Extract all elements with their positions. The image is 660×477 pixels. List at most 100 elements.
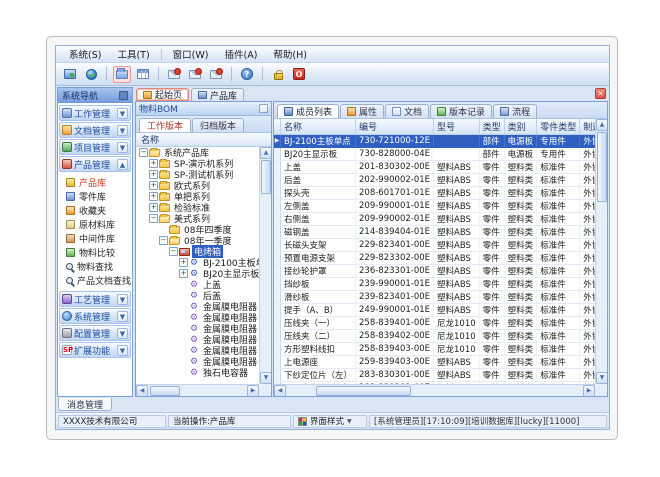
table-row[interactable]: 右侧盖209-990002-01E塑料ABS零件塑料类标准件外协条 (274, 212, 607, 225)
member-tab-属性[interactable]: 属性 (340, 104, 384, 118)
member-tab-文档[interactable]: 文档 (385, 104, 429, 118)
table-row[interactable]: 下纱定位片（左）283-830301-00E塑料ABS零件塑料类标准件外协条 (274, 368, 607, 381)
scroll-thumb[interactable] (316, 386, 411, 396)
sidebar-item-收藏夹[interactable]: 收藏夹 (58, 203, 132, 217)
chevron-down-icon[interactable]: ▼ (117, 125, 128, 136)
scroll-thumb[interactable] (150, 386, 180, 396)
folder-window-button[interactable] (113, 66, 131, 83)
collapse-icon[interactable]: − (159, 236, 168, 245)
sidebar-item-原材料库[interactable]: 原材料库 (58, 217, 132, 231)
scroll-left-icon[interactable]: ◀ (136, 385, 148, 396)
expand-icon[interactable]: + (149, 203, 158, 212)
table-row[interactable]: 磁钢盖214-839404-01E塑料ABS零件塑料类标准件外协条 (274, 225, 607, 238)
sidebar-item-中间件库[interactable]: 中间件库 (58, 231, 132, 245)
sidebar-item-产品库[interactable]: 产品库 (58, 175, 132, 189)
menu-item[interactable]: 工具(T) (110, 46, 156, 62)
globe-button[interactable] (82, 66, 100, 83)
tree-column-header[interactable]: 名称 (136, 133, 271, 147)
sidebar-group-扩展功能[interactable]: SP扩展功能▼ (59, 342, 131, 358)
sidebar-item-物料查找[interactable]: 物料查找 (58, 259, 132, 273)
expand-icon[interactable]: + (149, 192, 158, 201)
table-vertical-scrollbar[interactable]: ▲ ▼ (595, 119, 607, 384)
table-row[interactable]: 长磁头支架229-823401-00E塑料ABS零件塑料类标准件外协条 (274, 238, 607, 251)
table-row[interactable]: 后盖202-990002-01E塑料ABS零件塑料类标准件外协条 (274, 173, 607, 186)
menu-item[interactable]: 插件(A) (217, 46, 264, 62)
exit-button[interactable]: O (290, 66, 308, 83)
expand-icon[interactable]: + (179, 258, 188, 267)
close-tab-button[interactable]: ✕ (595, 88, 606, 99)
sidebar-group-工作管理[interactable]: 工作管理▼ (59, 105, 131, 121)
expand-icon[interactable]: + (149, 170, 158, 179)
table-row[interactable]: BJ20主显示板730-828000-04E部件电源板专用件外协颗 (274, 147, 607, 160)
table-row[interactable]: 上盖201-830302-00E塑料ABS零件塑料类标准件外协条 (274, 160, 607, 173)
expand-icon[interactable]: + (149, 181, 158, 190)
table-row[interactable]: ▶BJ-2100主板单点730-721000-12E部件电源板专用件外协颗 (274, 134, 607, 147)
scroll-track[interactable] (182, 385, 247, 396)
chevron-down-icon[interactable]: ▼ (117, 294, 128, 305)
mail-receive-button[interactable] (186, 66, 204, 83)
sidebar-options-icon[interactable] (119, 91, 128, 100)
sidebar-group-工艺管理[interactable]: 工艺管理▼ (59, 291, 131, 307)
table-row[interactable]: 上电源座259-839403-00E塑料ABS零件塑料类标准件外协条 (274, 355, 607, 368)
version-tab-归档版本[interactable]: 归档版本 (192, 118, 244, 132)
member-tab-版本记录[interactable]: 版本记录 (430, 104, 492, 118)
sidebar-group-配置管理[interactable]: 配置管理▼ (59, 325, 131, 341)
column-header-类型[interactable]: 类型 (479, 119, 504, 134)
table-row[interactable]: 接纱轮护罩236-823301-00E塑料ABS零件塑料类标准件外协条 (274, 264, 607, 277)
scroll-down-icon[interactable]: ▼ (260, 372, 271, 384)
chevron-down-icon[interactable]: ▼ (117, 345, 128, 356)
pin-icon[interactable] (259, 104, 268, 113)
scroll-right-icon[interactable]: ▶ (583, 385, 595, 396)
ui-style-dropdown[interactable]: 界面样式 ▼ (293, 415, 367, 428)
column-header-型号[interactable]: 型号 (434, 119, 480, 134)
tree-node-BJ20主显示板[interactable]: +⚙BJ20主显示板 (136, 268, 259, 279)
scroll-down-icon[interactable]: ▼ (596, 372, 607, 384)
collapse-icon[interactable]: − (149, 214, 158, 223)
scroll-up-icon[interactable]: ▲ (596, 119, 607, 131)
sidebar-group-产品管理[interactable]: 产品管理▲ (59, 156, 131, 172)
doc-tab-产品库[interactable]: 产品库 (191, 88, 244, 101)
column-header-编号[interactable]: 编号 (356, 119, 434, 134)
doc-tab-起始页[interactable]: 起始页 (136, 88, 189, 101)
member-tab-流程[interactable]: 流程 (493, 104, 537, 118)
table-row[interactable]: 预置电源支架229-823302-00E塑料ABS零件塑料类标准件外协条 (274, 251, 607, 264)
tree-node-独石电容器[interactable]: ⚙独石电容器 (136, 367, 259, 378)
column-header-零件类型[interactable]: 零件类型 (537, 119, 580, 134)
table-row[interactable]: 压线夹（二）258-839402-00E尼龙1010零件塑料类标准件外协条 (274, 329, 607, 342)
help-button[interactable]: ? (238, 66, 256, 83)
chevron-down-icon[interactable]: ▼ (117, 311, 128, 322)
table-row[interactable]: 探头壳208-601701-01E塑料ABS零件塑料类标准件外协条 (274, 186, 607, 199)
lock-button[interactable] (269, 66, 287, 83)
chevron-down-icon[interactable]: ▼ (117, 142, 128, 153)
table-row[interactable]: 压线夹（一）258-839401-00E尼龙1010零件塑料类标准件外协条 (274, 316, 607, 329)
scroll-thumb[interactable] (597, 132, 607, 202)
scroll-track[interactable] (413, 385, 583, 396)
chevron-up-icon[interactable]: ▲ (117, 159, 128, 170)
table-row[interactable]: 挡纱板239-990001-01E塑料ABS零件塑料类标准件外协条 (274, 277, 607, 290)
table-row[interactable]: 方形塑料线扣258-839403-00E尼龙1010零件塑料类标准件外协条 (274, 342, 607, 355)
mail-send-button[interactable] (207, 66, 225, 83)
scroll-up-icon[interactable]: ▲ (260, 147, 271, 159)
expand-icon[interactable]: + (149, 159, 158, 168)
scroll-left-icon[interactable]: ◀ (274, 385, 286, 396)
scroll-thumb[interactable] (261, 160, 271, 194)
menu-item[interactable]: 系统(S) (62, 46, 108, 62)
tree-vertical-scrollbar[interactable]: ▲ ▼ (259, 147, 271, 384)
tree-node-上盖[interactable]: ⚙上盖 (136, 279, 259, 290)
sidebar-item-物料比较[interactable]: 物料比较 (58, 245, 132, 259)
scroll-track[interactable] (286, 385, 314, 396)
column-header-名称[interactable]: 名称 (281, 119, 356, 134)
collapse-icon[interactable]: − (169, 247, 178, 256)
tree-horizontal-scrollbar[interactable]: ◀ ▶ (136, 384, 259, 396)
monitor-button[interactable] (61, 66, 79, 83)
table-horizontal-scrollbar[interactable]: ◀ ▶ (274, 384, 595, 396)
member-tab-成员列表[interactable]: 成员列表 (277, 104, 339, 118)
sidebar-group-项目管理[interactable]: 项目管理▼ (59, 139, 131, 155)
scroll-right-icon[interactable]: ▶ (247, 385, 259, 396)
mail-new-button[interactable] (165, 66, 183, 83)
sidebar-item-产品文档查找[interactable]: 产品文档查找 (58, 273, 132, 287)
table-row[interactable]: 左侧盖209-990001-01E塑料ABS零件塑料类标准件外协条 (274, 199, 607, 212)
menu-item[interactable]: 帮助(H) (266, 46, 314, 62)
version-tab-工作版本[interactable]: 工作版本 (139, 118, 191, 132)
collapse-icon[interactable]: − (139, 148, 148, 157)
